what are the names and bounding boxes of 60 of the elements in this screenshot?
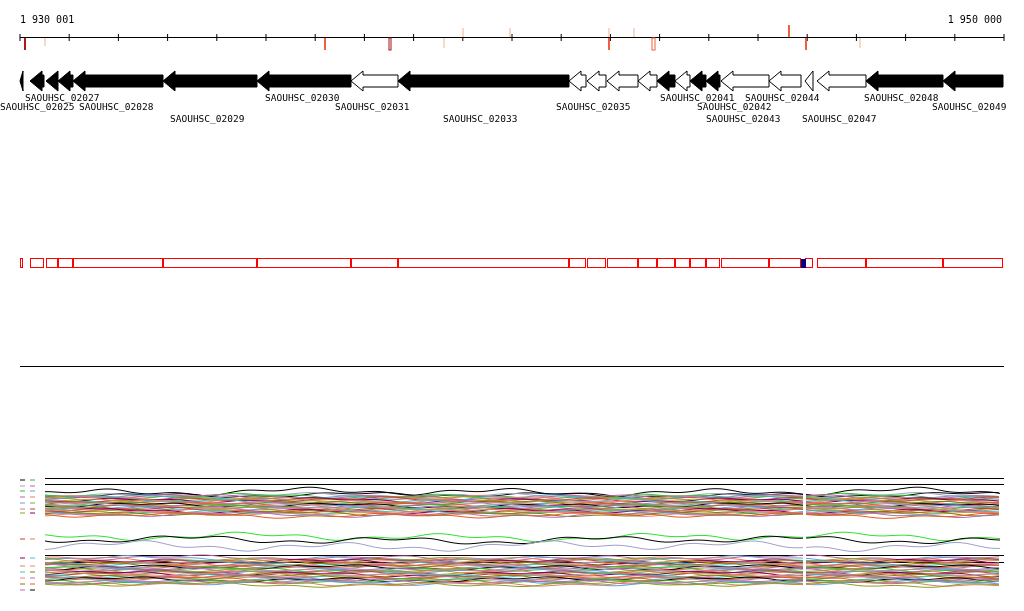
gene-arrow[interactable] <box>942 70 1004 92</box>
gene-arrow[interactable] <box>72 70 164 92</box>
feature-box <box>20 258 23 268</box>
coordinate-label: 1 950 000 <box>947 14 1002 25</box>
feature-box <box>657 258 675 268</box>
gene-arrow[interactable] <box>568 70 587 92</box>
gene-label: SAOUHSC_02041 <box>660 92 735 103</box>
gene-label: SAOUHSC_02028 <box>79 101 154 112</box>
gene-label: SAOUHSC_02035 <box>556 101 631 112</box>
legend-mark <box>19 557 36 559</box>
legend-mark <box>19 490 36 492</box>
gene-label: SAOUHSC_02044 <box>745 92 820 103</box>
feature-box <box>690 258 706 268</box>
legend-mark <box>19 589 36 591</box>
gene-arrow[interactable] <box>57 70 74 92</box>
highlighted-feature <box>801 259 806 268</box>
legend-mark <box>19 565 36 567</box>
coordinate-label: 1 930 001 <box>20 14 75 25</box>
gene-label: SAOUHSC_02027 <box>25 92 100 103</box>
gene-label: SAOUHSC_02029 <box>170 113 245 124</box>
gene-arrow[interactable] <box>674 70 691 92</box>
gene-label: SAOUHSC_02030 <box>265 92 340 103</box>
legend-mark <box>19 502 36 504</box>
gene-arrow[interactable] <box>586 70 607 92</box>
legend-mark <box>19 512 36 514</box>
gene-arrow[interactable] <box>397 70 570 92</box>
gene-arrow[interactable] <box>606 70 639 92</box>
legend-mark <box>19 583 36 585</box>
legend-mark <box>19 538 36 540</box>
gene-label: SAOUHSC_02033 <box>443 113 518 124</box>
feature-box <box>675 258 690 268</box>
gene-label: SAOUHSC_02031 <box>335 101 410 112</box>
gene-arrow[interactable] <box>350 70 399 92</box>
gene-arrow[interactable] <box>656 70 676 92</box>
legend-mark <box>19 485 36 487</box>
gene-label: SAOUHSC_02049 <box>932 101 1007 112</box>
legend-mark <box>19 479 36 481</box>
gene-arrow[interactable] <box>256 70 352 92</box>
legend-mark <box>19 571 36 573</box>
gene-arrow[interactable] <box>705 70 721 92</box>
gene-arrow[interactable] <box>804 70 814 92</box>
legend-mark <box>19 577 36 579</box>
gene-arrow[interactable] <box>637 70 658 92</box>
gene-arrow[interactable] <box>45 70 59 92</box>
gene-label: SAOUHSC_02042 <box>697 101 772 112</box>
gene-label: SAOUHSC_02043 <box>706 113 781 124</box>
legend-mark <box>19 508 36 510</box>
gene-label: SAOUHSC_02048 <box>864 92 939 103</box>
feature-box <box>46 258 58 268</box>
feature-box <box>943 258 1003 268</box>
gene-arrow[interactable] <box>29 70 45 92</box>
gene-label: SAOUHSC_02025 <box>0 101 75 112</box>
feature-box <box>30 258 44 268</box>
feature-box <box>805 258 813 268</box>
gene-arrow[interactable] <box>162 70 258 92</box>
legend-mark <box>19 496 36 498</box>
gene-arrow[interactable] <box>865 70 944 92</box>
gene-arrow[interactable] <box>689 70 707 92</box>
gene-label: SAOUHSC_02047 <box>802 113 877 124</box>
gene-arrow[interactable] <box>768 70 802 92</box>
